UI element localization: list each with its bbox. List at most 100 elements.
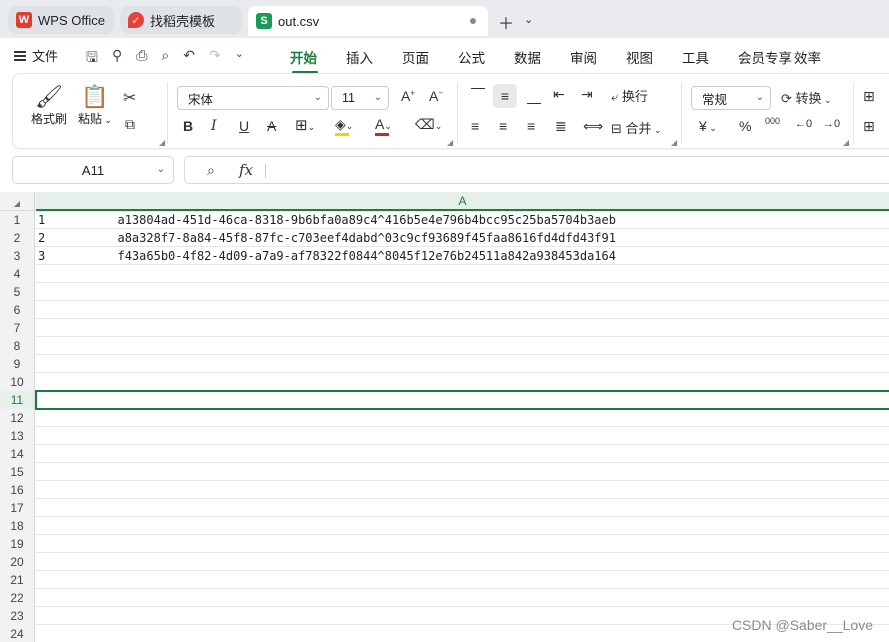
increase-font-icon[interactable]: A+ [401, 88, 415, 104]
row-header[interactable]: 4 [0, 265, 35, 283]
row-header[interactable]: 16 [0, 481, 35, 499]
tab-ribbon-0[interactable]: 开始 [290, 47, 346, 74]
cell-a[interactable]: 1 a13804ad-451d-46ca-8318-9b6bfa0a89c4^4… [38, 211, 616, 229]
alignment-dialog-launcher-icon[interactable]: ◢ [671, 138, 677, 147]
clear-format-eraser-icon[interactable]: ⌫⌄ [415, 116, 442, 133]
tab-ribbon-6[interactable]: 视图 [626, 47, 682, 67]
increase-indent-icon[interactable]: ⇥ [581, 86, 593, 103]
share-icon[interactable]: ⚲ [112, 47, 122, 71]
unsaved-dot-icon[interactable] [470, 18, 476, 24]
cell-a[interactable]: 2 a8a328f7-8a84-45f8-87fc-c703eef4dabd^0… [38, 229, 616, 247]
zoom-search-icon[interactable]: ⌕ [207, 162, 215, 179]
tab-wps-office[interactable]: W WPS Office [8, 6, 114, 34]
paste-button[interactable]: 📋 粘贴 ⌄ [75, 84, 115, 127]
format-painter-button[interactable]: 🖌 格式刷 [29, 84, 69, 127]
row-header[interactable]: 20 [0, 553, 35, 571]
justify-icon[interactable]: ≣ [555, 118, 567, 135]
tab-ribbon-2[interactable]: 页面 [402, 47, 458, 67]
tab-ribbon-1[interactable]: 插入 [346, 47, 402, 67]
row-header[interactable]: 12 [0, 409, 35, 427]
row-header[interactable]: 6 [0, 301, 35, 319]
tab-ribbon-9[interactable]: 效率 [794, 47, 850, 67]
thousands-separator-button[interactable]: 000 [765, 116, 780, 126]
convert-button[interactable]: ⟳ 转换 ⌄ [781, 88, 832, 107]
tab-ribbon-3[interactable]: 公式 [458, 47, 514, 67]
more-chevron-down-icon[interactable]: ⌄ [235, 47, 244, 71]
tab-out-csv[interactable]: S out.csv [248, 6, 488, 36]
decrease-font-icon[interactable]: A− [429, 88, 443, 104]
row-header[interactable]: 5 [0, 283, 35, 301]
align-right-icon[interactable]: ≡ [527, 118, 535, 134]
font-size-select[interactable]: 11 ⌄ [331, 86, 389, 110]
row-header[interactable]: 21 [0, 571, 35, 589]
align-bottom-icon[interactable]: ⎽ [527, 88, 541, 105]
align-left-icon[interactable]: ≡ [471, 118, 479, 134]
brush-icon: 🖌 [35, 84, 63, 109]
copy-icon[interactable]: ⧉ [125, 116, 135, 133]
align-middle-icon[interactable]: ≡ [493, 84, 517, 108]
fx-icon[interactable]: fx [239, 161, 253, 179]
tab-list-chevron-down-icon[interactable]: ⌄ [524, 13, 533, 34]
new-tab-plus-icon[interactable]: ＋ [498, 10, 514, 34]
decrease-indent-icon[interactable]: ⇤ [553, 86, 565, 103]
clipboard-dialog-launcher-icon[interactable]: ◢ [159, 138, 165, 147]
cell-a[interactable]: 3 f43a65b0-4f82-4d09-a7a9-af78322f0844^8… [38, 247, 616, 265]
align-center-icon[interactable]: ≡ [499, 118, 507, 134]
tab-docer-templates[interactable]: ✓ 找稻壳模板 [120, 6, 242, 34]
select-all-corner[interactable]: ◢ [0, 192, 35, 211]
align-top-icon[interactable]: ⎺ [471, 86, 485, 103]
row-header[interactable]: 22 [0, 589, 35, 607]
row-header[interactable]: 13 [0, 427, 35, 445]
print-preview-icon[interactable]: ⌕ [161, 47, 169, 71]
row-header[interactable]: 15 [0, 463, 35, 481]
row-header[interactable]: 9 [0, 355, 35, 373]
fill-color-icon[interactable]: ◈⌄ [335, 116, 353, 136]
name-box[interactable]: A11 ⌄ [12, 156, 174, 184]
merge-cells-button[interactable]: ⊟ 合并 ⌄ [611, 118, 662, 137]
font-dialog-launcher-icon[interactable]: ◢ [447, 138, 453, 147]
increase-decimal-icon[interactable]: ←0 [795, 118, 812, 130]
column-header-a[interactable]: A [36, 192, 889, 211]
row-header[interactable]: 11 [0, 391, 35, 409]
row-header[interactable]: 10 [0, 373, 35, 391]
borders-icon[interactable]: ⊞⌄ [295, 116, 315, 134]
tab-ribbon-8[interactable]: 会员专享 [738, 47, 794, 67]
row-header[interactable]: 1 [0, 211, 35, 229]
number-format-select[interactable]: 常规 ⌄ [691, 86, 771, 110]
print-icon[interactable]: ⎙ [136, 47, 147, 71]
redo-icon[interactable]: ↷ [209, 47, 221, 71]
italic-button[interactable]: I [211, 118, 217, 134]
undo-icon[interactable]: ↶ [183, 47, 195, 71]
spreadsheet-grid[interactable]: ◢ A 11 a13804ad-451d-46ca-8318-9b6bfa0a8… [0, 192, 889, 642]
strikethrough-button[interactable]: A [267, 118, 276, 134]
currency-button[interactable]: ¥ ⌄ [699, 118, 717, 134]
row-header[interactable]: 2 [0, 229, 35, 247]
conditional-format-icon[interactable]: ⊞ [863, 88, 875, 105]
formula-input[interactable]: ⌕ fx [184, 156, 889, 184]
font-color-icon[interactable]: A⌄ [375, 116, 392, 136]
row-header[interactable]: 8 [0, 337, 35, 355]
tab-ribbon-7[interactable]: 工具 [682, 47, 738, 67]
percent-button[interactable]: % [739, 118, 751, 134]
tab-ribbon-5[interactable]: 审阅 [570, 47, 626, 67]
save-icon[interactable]: 🖫 [86, 47, 98, 71]
file-menu-button[interactable]: 文件 [14, 46, 58, 65]
cut-icon[interactable]: ✂ [123, 88, 136, 108]
row-header[interactable]: 19 [0, 535, 35, 553]
underline-button[interactable]: U [239, 118, 249, 134]
decrease-decimal-icon[interactable]: →0 [823, 118, 840, 130]
wrap-text-button[interactable]: ⤶ 换行 [611, 86, 648, 105]
row-header[interactable]: 17 [0, 499, 35, 517]
table-style-icon[interactable]: ⊞ [863, 118, 875, 135]
row-header[interactable]: 14 [0, 445, 35, 463]
row-header[interactable]: 3 [0, 247, 35, 265]
distributed-align-icon[interactable]: ⟺ [583, 118, 603, 135]
bold-button[interactable]: B [183, 118, 193, 134]
font-name-select[interactable]: 宋体 ⌄ [177, 86, 329, 110]
row-header[interactable]: 7 [0, 319, 35, 337]
row-header[interactable]: 23 [0, 607, 35, 625]
row-header[interactable]: 18 [0, 517, 35, 535]
number-dialog-launcher-icon[interactable]: ◢ [843, 138, 849, 147]
tab-ribbon-4[interactable]: 数据 [514, 47, 570, 67]
row-header[interactable]: 24 [0, 625, 35, 642]
